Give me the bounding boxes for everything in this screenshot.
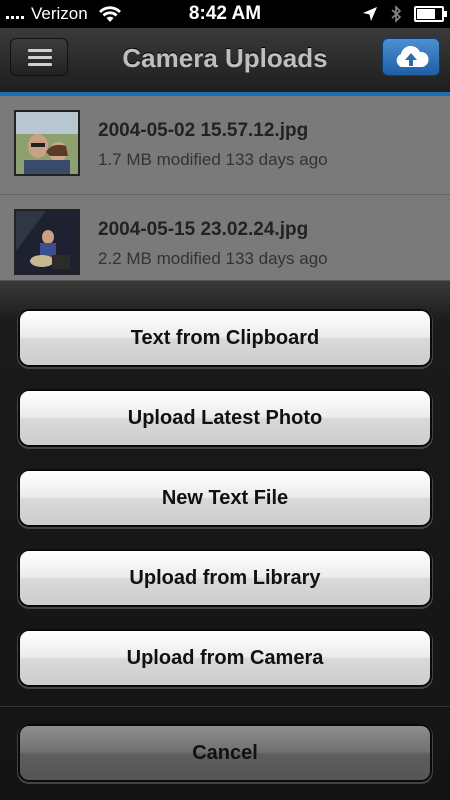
upload-from-library-button[interactable]: Upload from Library bbox=[20, 551, 430, 605]
file-list: 2004-05-02 15.57.12.jpg 1.7 MB modified … bbox=[0, 96, 450, 280]
status-bar: Verizon 8:42 AM bbox=[0, 0, 450, 28]
photo-thumbnail bbox=[14, 110, 80, 176]
upload-latest-photo-button[interactable]: Upload Latest Photo bbox=[20, 391, 430, 445]
navigation-bar: Camera Uploads bbox=[0, 28, 450, 96]
file-meta: 2.2 MB modified 133 days ago bbox=[98, 249, 328, 268]
action-sheet: Text from Clipboard Upload Latest Photo … bbox=[0, 280, 450, 800]
bluetooth-icon bbox=[391, 5, 402, 23]
cloud-upload-icon bbox=[396, 45, 429, 67]
battery-fill bbox=[417, 9, 435, 19]
cancel-button[interactable]: Cancel bbox=[20, 726, 430, 780]
file-meta: 1.7 MB modified 133 days ago bbox=[98, 150, 328, 169]
battery-icon bbox=[414, 6, 447, 22]
file-row[interactable]: 2004-05-02 15.57.12.jpg 1.7 MB modified … bbox=[0, 96, 450, 195]
upload-from-camera-button[interactable]: Upload from Camera bbox=[20, 631, 430, 685]
photo-thumbnail bbox=[14, 209, 80, 275]
file-row[interactable]: 2004-05-15 23.02.24.jpg 2.2 MB modified … bbox=[0, 195, 450, 280]
location-arrow-icon bbox=[363, 7, 377, 21]
upload-button[interactable] bbox=[382, 38, 440, 76]
file-name: 2004-05-15 23.02.24.jpg bbox=[98, 219, 309, 240]
new-text-file-button[interactable]: New Text File bbox=[20, 471, 430, 525]
file-name: 2004-05-02 15.57.12.jpg bbox=[98, 120, 309, 141]
text-from-clipboard-button[interactable]: Text from Clipboard bbox=[20, 311, 430, 365]
divider bbox=[0, 706, 450, 707]
